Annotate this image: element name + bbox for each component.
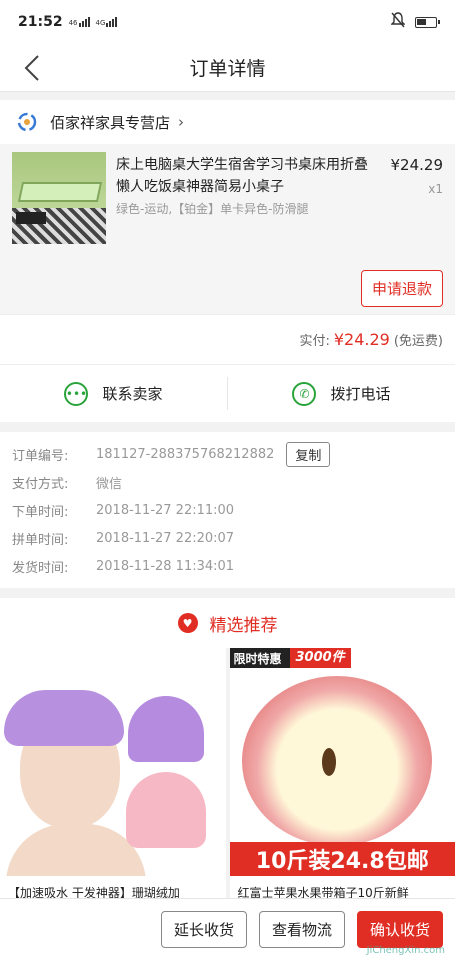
status-bar: 21:52 46 4G <box>0 0 455 44</box>
info-value: 2018-11-27 22:20:07 <box>96 530 235 546</box>
product-spec: 绿色-运动,【铂金】单卡异色-防滑腿 <box>116 202 309 216</box>
order-time-row: 下单时间: 2018-11-27 22:11:00 <box>12 496 443 524</box>
payment-label: 实付: <box>299 334 330 349</box>
product-title: 床上电脑桌大学生宿舍学习书桌床用折叠懒人吃饭桌神器简易小桌子 <box>116 157 368 195</box>
status-right <box>390 12 440 32</box>
network-type-1: 46 <box>68 19 78 27</box>
group-time-row: 拼单时间: 2018-11-27 22:20:07 <box>12 524 443 552</box>
chevron-right-icon: › <box>178 113 185 131</box>
payment-method-row: 支付方式: 微信 <box>12 468 443 496</box>
info-value: 2018-11-28 11:34:01 <box>96 558 235 574</box>
info-key: 支付方式: <box>12 476 69 492</box>
recommend-header: ♥ 精选推荐 <box>0 598 455 648</box>
order-number-value: 181127-288375768212882 <box>96 446 275 462</box>
action-bar: 延长收货 查看物流 确认收货 JiChengXin.com <box>0 898 455 960</box>
back-arrow-icon[interactable] <box>22 54 46 82</box>
payment-row: 实付: ¥24.29 (免运费) <box>0 314 455 364</box>
call-phone-label: 拨打电话 <box>330 385 391 403</box>
page-title: 订单详情 <box>189 58 266 80</box>
shop-header[interactable]: 佰家祥家具专营店 › <box>0 100 455 144</box>
status-left: 21:52 46 4G <box>18 14 118 30</box>
copy-button[interactable]: 复制 <box>286 441 331 467</box>
signal-icon-2: 4G <box>96 17 118 27</box>
recommend-grid: 【加速吸水 干发神器】珊瑚绒加 限时特惠 3000件 10斤装24.8包邮 红富… <box>0 648 455 906</box>
apple-image: 限时特惠 3000件 10斤装24.8包邮 <box>229 648 455 876</box>
info-value: 2018-11-27 22:11:00 <box>96 502 235 518</box>
product-image <box>12 152 106 244</box>
info-value: 微信 <box>96 476 123 492</box>
shipping-note: (免运费) <box>393 334 443 349</box>
product-item[interactable]: 床上电脑桌大学生宿舍学习书桌床用折叠懒人吃饭桌神器简易小桌子 绿色-运动,【铂金… <box>0 144 455 262</box>
contact-seller-label: 联系卖家 <box>102 385 163 403</box>
refund-row: 申请退款 <box>0 262 455 314</box>
nav-bar: 订单详情 <box>0 44 455 92</box>
extend-receipt-button[interactable]: 延长收货 <box>160 911 247 948</box>
info-key: 订单编号: <box>12 448 69 464</box>
ship-time-row: 发货时间: 2018-11-28 11:34:01 <box>12 552 443 580</box>
payment-amount: ¥24.29 <box>333 330 390 349</box>
heart-icon: ♥ <box>177 613 198 633</box>
info-key: 拼单时间: <box>12 532 69 548</box>
order-number-row: 订单编号: 181127-288375768212882 复制 <box>12 440 443 468</box>
refund-button[interactable]: 申请退款 <box>360 269 443 307</box>
recommend-section: ♥ 精选推荐 【加速吸水 干发神器】珊瑚绒加 限时特惠 3000件 10斤装24… <box>0 598 455 906</box>
contact-seller-button[interactable]: ••• 联系卖家 <box>0 365 227 422</box>
signal-icon: 46 <box>69 17 90 27</box>
status-time: 21:52 <box>18 14 63 30</box>
recommend-card[interactable]: 限时特惠 3000件 10斤装24.8包邮 红富士苹果水果带箱子10斤新鲜 <box>229 648 455 906</box>
battery-icon <box>415 16 440 28</box>
product-quantity: x1 <box>428 182 443 196</box>
hair-towel-image <box>0 648 226 876</box>
promo-badge: 3000件 <box>289 648 351 668</box>
shop-name: 佰家祥家具专营店 <box>50 113 171 132</box>
product-info: 床上电脑桌大学生宿舍学习书桌床用折叠懒人吃饭桌神器简易小桌子 绿色-运动,【铂金… <box>116 152 371 254</box>
mute-bell-icon <box>390 12 406 32</box>
contact-bar: ••• 联系卖家 ✆ 拨打电话 <box>0 364 455 422</box>
shop-logo-icon <box>16 111 38 133</box>
recommend-title: 精选推荐 <box>209 615 278 636</box>
confirm-receipt-button[interactable]: 确认收货 <box>356 911 443 948</box>
promo-strip: 10斤装24.8包邮 <box>229 842 455 876</box>
view-logistics-button[interactable]: 查看物流 <box>258 911 345 948</box>
info-key: 下单时间: <box>12 504 69 520</box>
chat-bubble-icon: ••• <box>64 381 89 406</box>
network-type-2: 4G <box>95 19 106 27</box>
product-price-block: ¥24.29 x1 <box>381 152 444 254</box>
watermark: JiChengXin.com <box>366 945 445 956</box>
recommend-card[interactable]: 【加速吸水 干发神器】珊瑚绒加 <box>0 648 226 906</box>
phone-icon: ✆ <box>292 381 317 406</box>
call-phone-button[interactable]: ✆ 拨打电话 <box>228 365 455 422</box>
product-price: ¥24.29 <box>390 156 444 174</box>
order-info: 订单编号: 181127-288375768212882 复制 支付方式: 微信… <box>0 432 455 588</box>
info-key: 发货时间: <box>12 560 69 576</box>
